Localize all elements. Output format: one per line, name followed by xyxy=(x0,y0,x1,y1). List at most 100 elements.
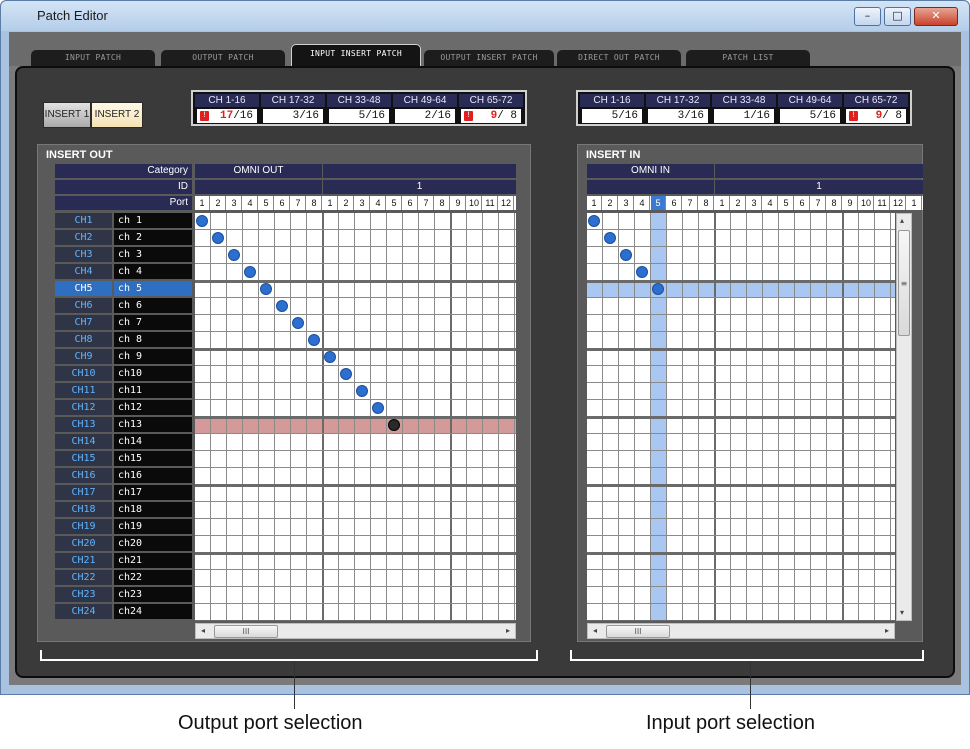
patch-point[interactable] xyxy=(228,249,240,261)
minimize-button[interactable]: – xyxy=(854,7,881,26)
scroll-up-icon[interactable]: ▴ xyxy=(900,214,904,228)
port-number[interactable]: 2 xyxy=(211,196,226,210)
channel-row[interactable]: CH9 ch 9 xyxy=(55,349,192,364)
port-number[interactable]: 9 xyxy=(843,196,858,210)
channel-row[interactable]: CH1 ch 1 xyxy=(55,213,192,228)
tab-patch-list[interactable]: PATCH LIST xyxy=(686,50,810,66)
channel-row[interactable]: CH15 ch15 xyxy=(55,451,192,466)
port-number[interactable]: 10 xyxy=(859,196,874,210)
port-number[interactable]: 7 xyxy=(291,196,306,210)
channel-row[interactable]: CH11 ch11 xyxy=(55,383,192,398)
in-scroll-left-icon[interactable]: ◂ xyxy=(593,624,597,638)
maximize-button[interactable]: □ xyxy=(884,7,911,26)
port-number[interactable]: 1 xyxy=(907,196,922,210)
insert-1-button[interactable]: INSERT 1 xyxy=(43,102,91,128)
channel-row[interactable]: CH12 ch12 xyxy=(55,400,192,415)
port-number[interactable]: 4 xyxy=(243,196,258,210)
in-vertical-scrollbar[interactable]: ▴ ≡ ▾ xyxy=(896,213,912,621)
channel-row[interactable]: CH18 ch18 xyxy=(55,502,192,517)
port-number[interactable]: 4 xyxy=(635,196,650,210)
port-number[interactable]: 8 xyxy=(699,196,714,210)
port-number[interactable]: 1 xyxy=(715,196,730,210)
channel-row[interactable]: CH4 ch 4 xyxy=(55,264,192,279)
channel-row[interactable]: CH6 ch 6 xyxy=(55,298,192,313)
port-number[interactable]: 6 xyxy=(275,196,290,210)
patch-point[interactable] xyxy=(260,283,272,295)
port-number[interactable]: 5 xyxy=(387,196,402,210)
patch-point[interactable] xyxy=(340,368,352,380)
port-number[interactable]: 3 xyxy=(355,196,370,210)
port-number[interactable]: 1 xyxy=(587,196,602,210)
port-number[interactable]: 4 xyxy=(371,196,386,210)
omni-out-category[interactable]: OMNI OUT xyxy=(195,164,322,178)
tab-input-insert-patch[interactable]: INPUT INSERT PATCH xyxy=(291,44,421,66)
patch-point[interactable] xyxy=(372,402,384,414)
port-number[interactable]: 1 xyxy=(195,196,210,210)
channel-row[interactable]: CH13 ch13 xyxy=(55,417,192,432)
patch-point[interactable] xyxy=(356,385,368,397)
port-number[interactable]: 9 xyxy=(451,196,466,210)
port-number[interactable]: 2 xyxy=(603,196,618,210)
scroll-down-icon[interactable]: ▾ xyxy=(900,606,904,620)
port-number[interactable]: 6 xyxy=(667,196,682,210)
channel-row[interactable]: CH14 ch14 xyxy=(55,434,192,449)
channel-row[interactable]: CH7 ch 7 xyxy=(55,315,192,330)
patch-point[interactable] xyxy=(636,266,648,278)
channel-row[interactable]: CH23 ch23 xyxy=(55,587,192,602)
out-patch-grid[interactable] xyxy=(195,213,516,621)
port-number[interactable]: 7 xyxy=(683,196,698,210)
port-number[interactable]: 4 xyxy=(763,196,778,210)
port-number[interactable]: 7 xyxy=(419,196,434,210)
patch-point[interactable] xyxy=(620,249,632,261)
in-vscroll-thumb[interactable]: ≡ xyxy=(898,230,910,336)
scroll-right-icon[interactable]: ▸ xyxy=(506,624,510,638)
out-horizontal-scrollbar[interactable]: ◂ III ▸ xyxy=(195,623,516,639)
channel-row[interactable]: CH20 ch20 xyxy=(55,536,192,551)
port-number[interactable]: 10 xyxy=(467,196,482,210)
patch-point[interactable] xyxy=(652,283,664,295)
in-hscroll-thumb[interactable]: III xyxy=(606,625,670,638)
tab-output-patch[interactable]: OUTPUT PATCH xyxy=(161,50,285,66)
channel-row[interactable]: CH24 ch24 xyxy=(55,604,192,619)
channel-row[interactable]: CH3 ch 3 xyxy=(55,247,192,262)
port-number[interactable]: 5 xyxy=(651,196,666,210)
port-number[interactable]: 5 xyxy=(259,196,274,210)
scroll-left-icon[interactable]: ◂ xyxy=(201,624,205,638)
channel-row[interactable]: CH16 ch16 xyxy=(55,468,192,483)
patch-point[interactable] xyxy=(308,334,320,346)
channel-row[interactable]: CH2 ch 2 xyxy=(55,230,192,245)
in-patch-grid[interactable] xyxy=(587,213,895,621)
insert-2-button[interactable]: INSERT 2 xyxy=(91,102,143,128)
port-number[interactable]: 12 xyxy=(499,196,514,210)
channel-row[interactable]: CH17 ch17 xyxy=(55,485,192,500)
port-number[interactable]: 3 xyxy=(747,196,762,210)
patch-point[interactable] xyxy=(276,300,288,312)
omni-in-category[interactable]: OMNI IN xyxy=(587,164,714,178)
port-number[interactable]: 11 xyxy=(875,196,890,210)
patch-point[interactable] xyxy=(604,232,616,244)
close-button[interactable]: ✕ xyxy=(914,7,958,26)
channel-row[interactable]: CH8 ch 8 xyxy=(55,332,192,347)
port-number[interactable]: 2 xyxy=(731,196,746,210)
patch-point[interactable] xyxy=(244,266,256,278)
in-scroll-right-icon[interactable]: ▸ xyxy=(885,624,889,638)
channel-row[interactable]: CH19 ch19 xyxy=(55,519,192,534)
channel-row[interactable]: CH22 ch22 xyxy=(55,570,192,585)
in-horizontal-scrollbar[interactable]: ◂ III ▸ xyxy=(587,623,895,639)
port-number[interactable]: 6 xyxy=(795,196,810,210)
port-number[interactable]: 12 xyxy=(891,196,906,210)
port-number[interactable]: 8 xyxy=(827,196,842,210)
port-number[interactable]: 3 xyxy=(619,196,634,210)
port-number[interactable]: 8 xyxy=(307,196,322,210)
patch-point[interactable] xyxy=(588,215,600,227)
port-number[interactable]: 7 xyxy=(811,196,826,210)
tab-input-patch[interactable]: INPUT PATCH xyxy=(31,50,155,66)
port-number[interactable]: 6 xyxy=(403,196,418,210)
port-number[interactable]: 5 xyxy=(779,196,794,210)
port-number[interactable]: 8 xyxy=(435,196,450,210)
patch-point[interactable] xyxy=(324,351,336,363)
tab-direct-out-patch[interactable]: DIRECT OUT PATCH xyxy=(557,50,681,66)
conflict-patch-point[interactable] xyxy=(388,419,400,431)
out-hscroll-thumb[interactable]: III xyxy=(214,625,278,638)
patch-point[interactable] xyxy=(196,215,208,227)
